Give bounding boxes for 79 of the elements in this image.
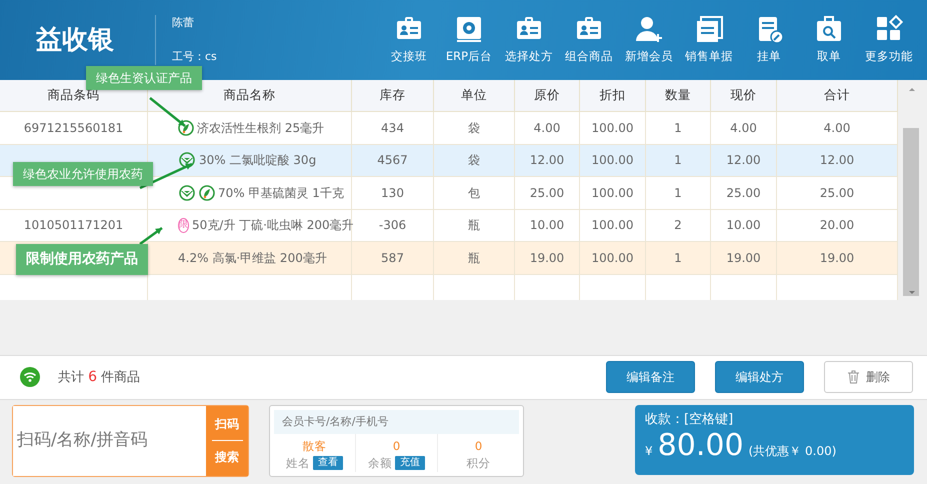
staff-id: 工号：cs xyxy=(172,48,218,64)
cashier-name: 陈蕾 xyxy=(172,15,195,31)
leader-arrow xyxy=(149,97,186,127)
table-cell: 25.00 xyxy=(711,177,777,210)
table-cell: 12.00 xyxy=(777,144,898,177)
toolbar-button[interactable]: ERP后台 xyxy=(439,14,499,66)
column-header[interactable]: 库存 xyxy=(352,80,434,112)
trash-icon xyxy=(847,370,860,384)
product-name: 30% 二氯吡啶酸 30g xyxy=(199,152,316,170)
item-count: 共计 6 件商品 xyxy=(58,368,140,386)
table-cell: 100.00 xyxy=(580,242,646,274)
column-header[interactable]: 合计 xyxy=(777,80,898,112)
table-cell: 12.00 xyxy=(711,144,777,177)
member-action-button[interactable]: 查看 xyxy=(313,456,343,470)
column-header[interactable]: 折扣 xyxy=(580,80,646,112)
toolbar-button[interactable]: 挂单 xyxy=(739,14,799,66)
product-name: 50克/升 丁硫·吡虫啉 200毫升 xyxy=(192,217,354,234)
table-cell: 130 xyxy=(352,177,434,210)
table-cell: 100.00 xyxy=(580,144,646,177)
product-name: 济农活性生根剂 25毫升 xyxy=(197,120,324,137)
table-cell: 4567 xyxy=(352,144,434,177)
table-cell: 19.00 xyxy=(711,242,777,274)
toolbar-button[interactable]: 选择处方 xyxy=(499,14,559,66)
documents-icon xyxy=(694,14,724,44)
member-stat-value: 0 xyxy=(392,438,400,454)
member-stat-value: 散客 xyxy=(302,438,326,454)
toolbar-button[interactable]: 组合商品 xyxy=(559,14,619,66)
toolbar-button[interactable]: 新增会员 xyxy=(619,14,679,66)
toolbar-button[interactable]: 销售单据 xyxy=(679,14,739,66)
payment-title: 收款：[空格键] xyxy=(645,410,734,428)
annotation-tooltip: 绿色农业允许使用农药 xyxy=(13,162,153,186)
annotation-tooltip: 限制使用农药产品 xyxy=(16,244,148,275)
discount-text: (共优惠￥ 0.00) xyxy=(748,443,836,460)
leader-arrow xyxy=(139,226,163,246)
column-header[interactable]: 单位 xyxy=(434,80,515,112)
currency-symbol: ¥ xyxy=(645,443,653,460)
table-cell: 19.00 xyxy=(515,242,580,274)
payment-amount: 80.00 xyxy=(658,431,744,461)
member-action-button[interactable]: 充值 xyxy=(395,456,425,470)
column-header[interactable]: 现价 xyxy=(711,80,777,112)
toolbar-button[interactable]: 取单 xyxy=(799,14,859,66)
certification-badge-icon xyxy=(178,184,196,201)
member-stat-label: 积分 xyxy=(466,454,490,472)
column-header[interactable]: 数量 xyxy=(646,80,711,112)
toolbar-button[interactable]: 更多功能 xyxy=(859,14,919,66)
table-cell: 100.00 xyxy=(580,177,646,210)
delete-button[interactable]: 删除 xyxy=(824,361,913,393)
table-cell: 587 xyxy=(352,242,434,274)
action-button[interactable]: 编辑处方 xyxy=(715,361,804,393)
table-cell: 包 xyxy=(434,177,515,210)
toolbar-button[interactable]: 交接班 xyxy=(379,14,439,66)
add-user-icon xyxy=(634,14,664,44)
product-name: 70% 甲基硫菌灵 1千克 xyxy=(218,184,344,202)
table-cell: 1 xyxy=(646,242,711,274)
table-cell: 1 xyxy=(646,177,711,210)
member-stat-label: 余额 xyxy=(368,454,392,472)
leaf-badge-icon xyxy=(199,184,215,201)
table-cell: 4.2% 高氯·甲维盐 200毫升 xyxy=(148,242,352,274)
table-cell: 袋 xyxy=(434,144,515,177)
member-stat-value: 0 xyxy=(474,438,482,454)
table-cell: 25.00 xyxy=(777,177,898,210)
scan-search-button[interactable]: 扫码 搜索 xyxy=(206,406,248,476)
member-stat-label: 姓名 xyxy=(286,454,310,472)
scan-field[interactable]: 扫码/名称/拼音码 扫码 搜索 xyxy=(12,404,249,476)
restricted-badge: 限 xyxy=(178,218,189,233)
table-cell: 25.00 xyxy=(515,177,580,210)
app-logo: 益收银 xyxy=(35,24,115,56)
column-header[interactable]: 原价 xyxy=(515,80,580,112)
table-cell: 12.00 xyxy=(515,144,580,177)
action-button[interactable]: 编辑备注 xyxy=(606,361,695,393)
table-cell: 19.00 xyxy=(777,242,898,274)
leaf-badge-icon xyxy=(178,120,194,136)
annotation-tooltip: 绿色生资认证产品 xyxy=(86,66,202,90)
table-cell: 瓶 xyxy=(434,242,515,274)
member-search-field[interactable]: 会员卡号/名称/手机号 xyxy=(274,410,519,434)
payment-panel[interactable]: 收款：[空格键] ¥ 80.00 (共优惠￥ 0.00) xyxy=(635,404,914,474)
wifi-icon xyxy=(20,367,40,387)
table-cell: 1 xyxy=(646,144,711,177)
gear-icon xyxy=(454,14,484,44)
